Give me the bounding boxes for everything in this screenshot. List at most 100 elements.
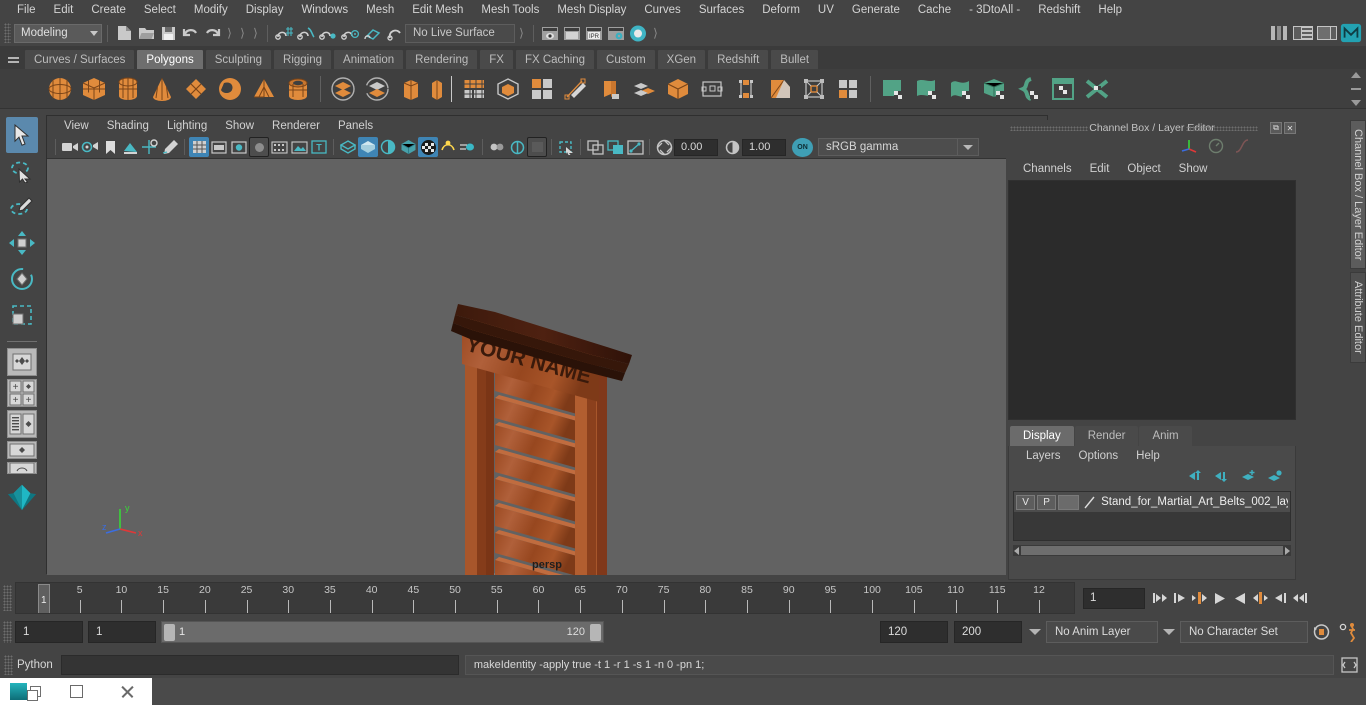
playback-range-bar[interactable]: 1 120 [161,621,604,643]
viewport-menu-shading[interactable]: Shading [98,120,158,132]
menu-set-selector[interactable]: Modeling [14,23,102,43]
isolate-select-icon[interactable] [487,137,507,157]
shelf-tab-rigging[interactable]: Rigging [273,49,333,69]
boolean-union-icon[interactable] [395,73,427,105]
channel-box-menu-object[interactable]: Object [1118,163,1169,175]
menu-item-surfaces[interactable]: Surfaces [690,2,753,18]
snap-to-projected-center-icon[interactable] [339,23,361,44]
channel-box-menu-show[interactable]: Show [1170,163,1217,175]
panel-drag-dots-right[interactable] [1186,126,1258,131]
scale-tool-button[interactable] [6,297,38,333]
character-set-dropdown-arrow[interactable] [1158,621,1180,643]
playback-start-field[interactable]: 1 [88,621,156,643]
step-forward-key-button[interactable] [1271,587,1289,609]
quick-layout-outliner-persp-button[interactable] [7,410,37,438]
append-polygon-icon[interactable] [662,73,694,105]
menu-item-file[interactable]: File [8,2,45,18]
viewport-menu-renderer[interactable]: Renderer [263,120,329,132]
panel-undock-button[interactable]: ⧉ [1270,122,1282,134]
shelf-tab-rendering[interactable]: Rendering [405,49,479,69]
layer-visibility-toggle[interactable]: V [1016,494,1036,510]
shelf-scroll-down-icon[interactable] [1351,100,1361,106]
select-tool-button[interactable] [6,117,38,153]
paste-view-icon[interactable] [605,137,625,157]
bookmark-icon[interactable] [100,137,120,157]
menu-item-deform[interactable]: Deform [753,2,809,18]
step-back-frame-button[interactable] [1191,587,1209,609]
bevel-icon[interactable] [594,73,626,105]
layer-menu-help[interactable]: Help [1127,450,1169,462]
bridge-icon[interactable] [628,73,660,105]
redo-icon[interactable] [201,23,223,44]
menu-item-uv[interactable]: UV [809,2,843,18]
flat-shade-icon[interactable] [249,137,269,157]
new-scene-icon[interactable] [113,23,135,44]
maya-logo-icon[interactable] [1340,23,1362,44]
wedge-icon[interactable] [764,73,796,105]
render-current-frame-icon[interactable] [539,23,561,44]
shelf-tab-bullet[interactable]: Bullet [770,49,820,69]
go-to-end-button[interactable] [1291,587,1309,609]
extrude-icon[interactable] [526,73,558,105]
render-settings-icon[interactable] [605,23,627,44]
menu-item-curves[interactable]: Curves [635,2,689,18]
color-profile-select[interactable]: sRGB gamma [818,138,958,156]
manipulator-axis-icon[interactable] [1181,137,1198,157]
collapse-arrow-2[interactable]: ⟩ [238,25,247,42]
collapse-arrow-3[interactable]: ⟩ [251,25,260,42]
menu-item-mesh-tools[interactable]: Mesh Tools [472,2,548,18]
time-slider-track[interactable]: 1 5 10 15 20 25 30 35 40 45 50 55 60 65 70 75 80 85 90 95 1… [15,582,1075,614]
time-slider-grip[interactable] [3,585,12,611]
sculpt-wave-icon[interactable] [1013,73,1045,105]
poly-cone-icon[interactable] [146,73,178,105]
animation-start-field[interactable]: 1 [15,621,83,643]
shadows-icon[interactable] [378,137,398,157]
lasso-tool-button[interactable] [6,153,38,189]
menu-item-edit[interactable]: Edit [45,2,83,18]
menu-item-cache[interactable]: Cache [909,2,960,18]
range-left-handle[interactable] [164,624,175,641]
taskbar-minimize-button[interactable] [51,678,102,705]
target-weld-icon[interactable] [696,73,728,105]
poly-pyramid-icon[interactable] [248,73,280,105]
texture-display-icon[interactable]: T [309,137,329,157]
command-line-grip[interactable] [4,655,13,675]
taskbar-close-button[interactable] [101,678,152,705]
redo-render-icon[interactable] [561,23,583,44]
smooth-icon[interactable] [458,73,490,105]
menu-item-edit-mesh[interactable]: Edit Mesh [403,2,472,18]
layer-row[interactable]: V P Stand_for_Martial_Art_Belts_002_laye [1014,492,1290,512]
use-default-lighting-icon[interactable] [338,137,358,157]
layer-editor-tab-anim[interactable]: Anim [1139,426,1192,446]
twoD-pan-zoom-icon[interactable] [140,137,160,157]
gamma-value-field[interactable]: 1.00 [742,138,786,156]
depth-of-field-icon[interactable] [438,137,458,157]
menu-item-3dtoall[interactable]: - 3DtoAll - [960,2,1029,18]
quick-layout-single-button[interactable] [7,348,37,376]
copy-view-icon[interactable] [585,137,605,157]
grease-pencil-icon[interactable] [160,137,180,157]
color-profile-dropdown-arrow[interactable] [957,138,979,156]
speed-gauge-icon[interactable] [1208,138,1224,157]
poly-pipe-icon[interactable] [282,73,314,105]
wireframe-on-shaded-icon[interactable] [269,137,289,157]
playback-end-field[interactable]: 120 [880,621,948,643]
menu-item-generate[interactable]: Generate [843,2,909,18]
sculpt-cross-icon[interactable] [1081,73,1113,105]
screen-space-ao-icon[interactable] [398,137,418,157]
scroll-left-icon[interactable] [1014,546,1019,555]
boolean-difference-icon[interactable] [429,73,445,105]
shelf-tab-polygons[interactable]: Polygons [136,49,204,69]
move-layer-up-icon[interactable] [1188,469,1205,486]
menu-item-display[interactable]: Display [237,2,293,18]
select-camera-icon[interactable] [60,137,80,157]
multi-cut-icon[interactable] [560,73,592,105]
command-input-field[interactable] [60,655,459,675]
menu-item-select[interactable]: Select [135,2,185,18]
character-set-field[interactable]: No Character Set [1180,621,1308,643]
gamma-icon[interactable] [722,137,742,157]
panel-close-button[interactable]: ✕ [1284,122,1296,134]
persp-viewport[interactable]: YOUR NAME y x z persp [47,159,1047,575]
quick-layout-hypershade-button[interactable] [7,441,37,459]
ipr-render-icon[interactable]: IPR [583,23,605,44]
